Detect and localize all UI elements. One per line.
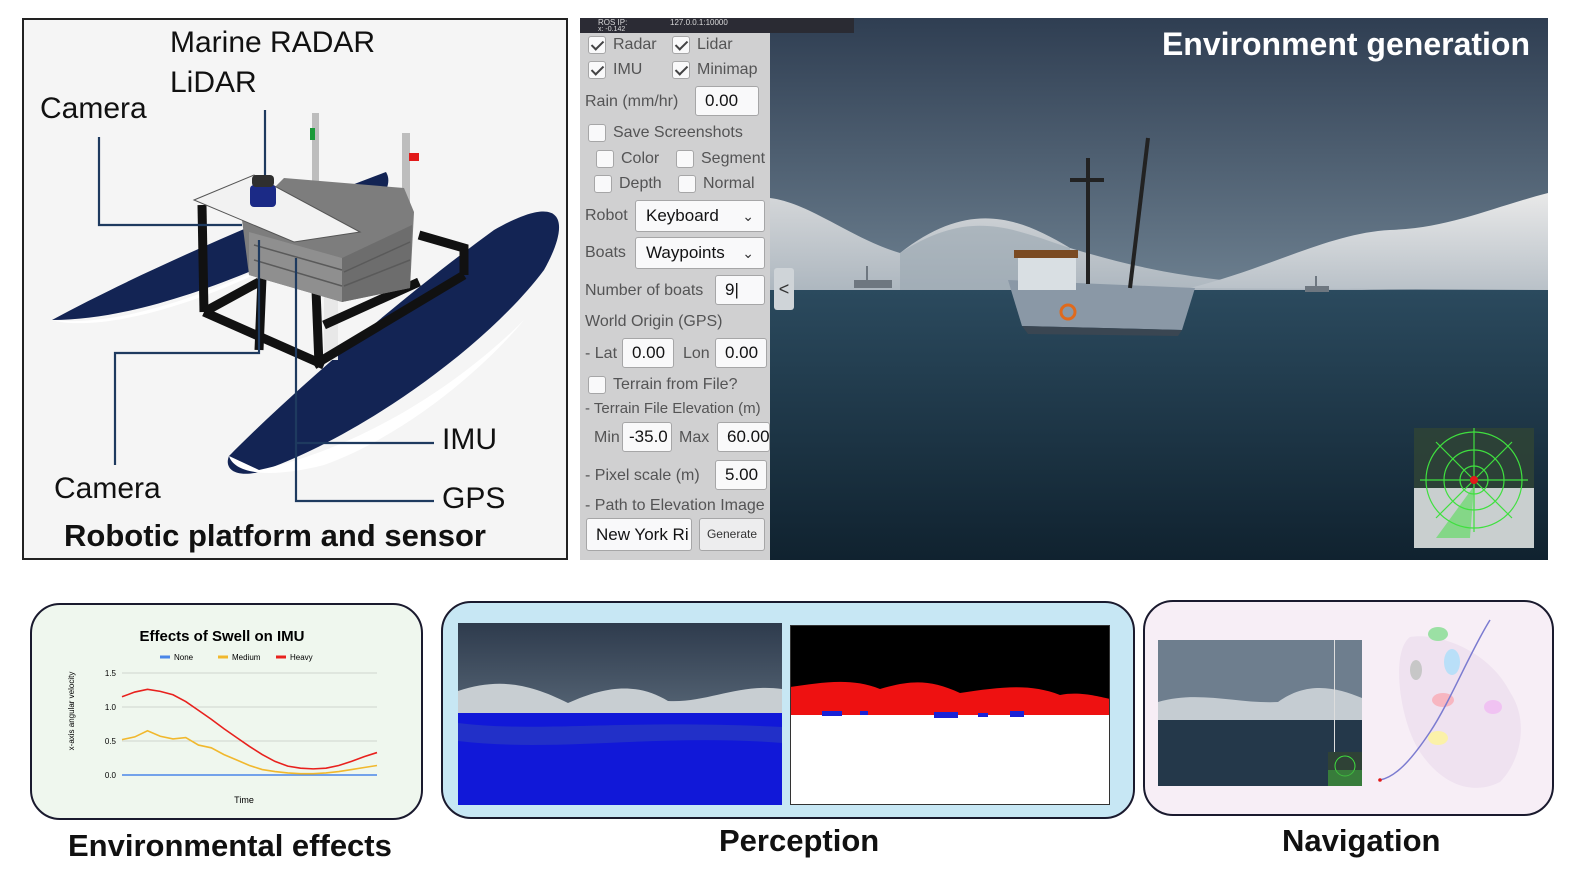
color-checkbox[interactable] [596, 150, 614, 168]
series-line-medium [121, 729, 378, 775]
navigation-title: Navigation [1282, 823, 1441, 858]
y-tick-label: 0.0 [105, 771, 117, 780]
segment-checkbox-label: Segment [701, 150, 766, 167]
simulation-viewport[interactable] [770, 18, 1548, 560]
navigation-map [1378, 619, 1521, 788]
color-camera-view [458, 623, 782, 805]
navigation-panel [1143, 600, 1554, 816]
y-tick-label: 1.0 [105, 703, 117, 712]
chart-legend: None Medium Heavy [160, 653, 313, 662]
robot-label: Robot [585, 207, 628, 224]
max-label: Max [679, 429, 710, 446]
imu-checkbox-label: IMU [613, 61, 643, 78]
normal-checkbox[interactable] [678, 175, 696, 193]
normal-checkbox-label: Normal [703, 175, 755, 192]
navigation-camera-view [1158, 640, 1362, 786]
perception-panel [441, 601, 1135, 819]
boats-dropdown[interactable]: Waypoints ⌄ [635, 237, 765, 269]
series-line-heavy [121, 688, 378, 770]
imu-checkbox[interactable] [588, 61, 606, 79]
boats-label: Boats [585, 244, 626, 261]
gps-label: GPS [442, 482, 506, 515]
terrain-from-file-checkbox[interactable] [588, 376, 606, 394]
depth-checkbox[interactable] [594, 175, 612, 193]
marine-radar-label: Marine RADAR [170, 26, 376, 59]
lidar-label: LiDAR [170, 66, 257, 99]
perception-title: Perception [719, 823, 880, 858]
rain-label: Rain (mm/hr) [585, 93, 679, 110]
environmental-effects-panel: Effects of Swell on IMU None Medium Heavy … [30, 603, 423, 820]
ros-status-bar: ROS IP: 127.0.0.1:10000 x: -0.142 [580, 18, 854, 33]
generate-button[interactable]: Generate [699, 518, 765, 551]
lon-label: Lon [683, 345, 710, 362]
depth-checkbox-label: Depth [619, 175, 662, 192]
minimap-checkbox-label: Minimap [697, 61, 758, 78]
platform-title: Robotic platform and sensor [64, 518, 486, 553]
path-to-elevation-label: - Path to Elevation Image [585, 497, 765, 514]
environmental-effects-title: Environmental effects [68, 828, 392, 863]
elevation-image-path-input[interactable]: New York Ri [586, 518, 692, 551]
collapse-panel-button[interactable]: < [774, 268, 794, 310]
save-screenshots-label: Save Screenshots [613, 124, 743, 141]
number-of-boats-label: Number of boats [585, 282, 704, 299]
number-of-boats-input[interactable]: 9| [715, 275, 765, 305]
swell-imu-chart: Effects of Swell on IMU None Medium Heavy … [67, 628, 378, 805]
radar-checkbox-label: Radar [613, 36, 657, 53]
terrain-from-file-label: Terrain from File? [613, 376, 738, 393]
environment-generation-title: Environment generation [1161, 26, 1530, 62]
world-origin-label: World Origin (GPS) [585, 313, 723, 330]
y-axis-label: x-axis angular velocity [67, 672, 76, 751]
lidar-checkbox[interactable] [672, 36, 690, 54]
robotic-platform-panel: Marine RADAR LiDAR Camera IMU Camera GPS… [22, 18, 568, 560]
environment-generation-panel: Environment generation ROS IP: 127.0.0.1… [580, 18, 1548, 560]
longitude-input[interactable]: 0.00 [715, 338, 767, 368]
legend-label: Medium [232, 653, 261, 662]
radar-minimap [1414, 428, 1534, 548]
camera-bottom-label: Camera [54, 472, 161, 505]
ros-coordinate-readout: x: -0.142 [598, 26, 626, 33]
simulator-settings-panel: ROS IP: 127.0.0.1:10000 x: -0.142 Radar … [580, 18, 854, 560]
imu-label: IMU [442, 423, 497, 456]
legend-label: Heavy [290, 653, 313, 662]
rain-input[interactable]: 0.00 [695, 86, 759, 116]
segmentation-view [790, 625, 1110, 805]
latitude-input[interactable]: 0.00 [622, 338, 674, 368]
segment-checkbox[interactable] [676, 150, 694, 168]
chart-title: Effects of Swell on IMU [139, 628, 304, 645]
legend-label: None [174, 653, 194, 662]
terrain-elevation-label: - Terrain File Elevation (m) [585, 400, 761, 417]
y-tick-label: 1.5 [105, 669, 117, 678]
lat-label: - Lat [585, 345, 618, 362]
elevation-min-input[interactable]: -35.0 [622, 422, 672, 452]
lidar-checkbox-label: Lidar [697, 36, 733, 53]
robot-dropdown[interactable]: Keyboard ⌄ [635, 200, 765, 232]
radar-checkbox[interactable] [588, 36, 606, 54]
color-checkbox-label: Color [621, 150, 660, 167]
x-axis-label: Time [234, 795, 254, 805]
chart-series [121, 688, 378, 776]
ros-ip-value: 127.0.0.1:10000 [670, 18, 728, 27]
boats-dropdown-value: Waypoints [646, 243, 725, 262]
elevation-max-input[interactable]: 60.00 [717, 422, 770, 452]
y-tick-label: 0.5 [105, 737, 117, 746]
save-screenshots-checkbox[interactable] [588, 124, 606, 142]
camera-top-label: Camera [40, 92, 147, 125]
robot-dropdown-value: Keyboard [646, 206, 719, 225]
min-label: Min [594, 429, 620, 446]
y-axis-ticks: 0.0 0.5 1.0 1.5 [105, 669, 117, 780]
chevron-down-icon: ⌄ [742, 208, 754, 224]
chart-grid [122, 672, 377, 776]
chevron-down-icon: ⌄ [742, 245, 754, 261]
minimap-checkbox[interactable] [672, 61, 690, 79]
pixel-scale-label: - Pixel scale (m) [585, 467, 700, 484]
pixel-scale-input[interactable]: 5.00 [715, 460, 767, 490]
